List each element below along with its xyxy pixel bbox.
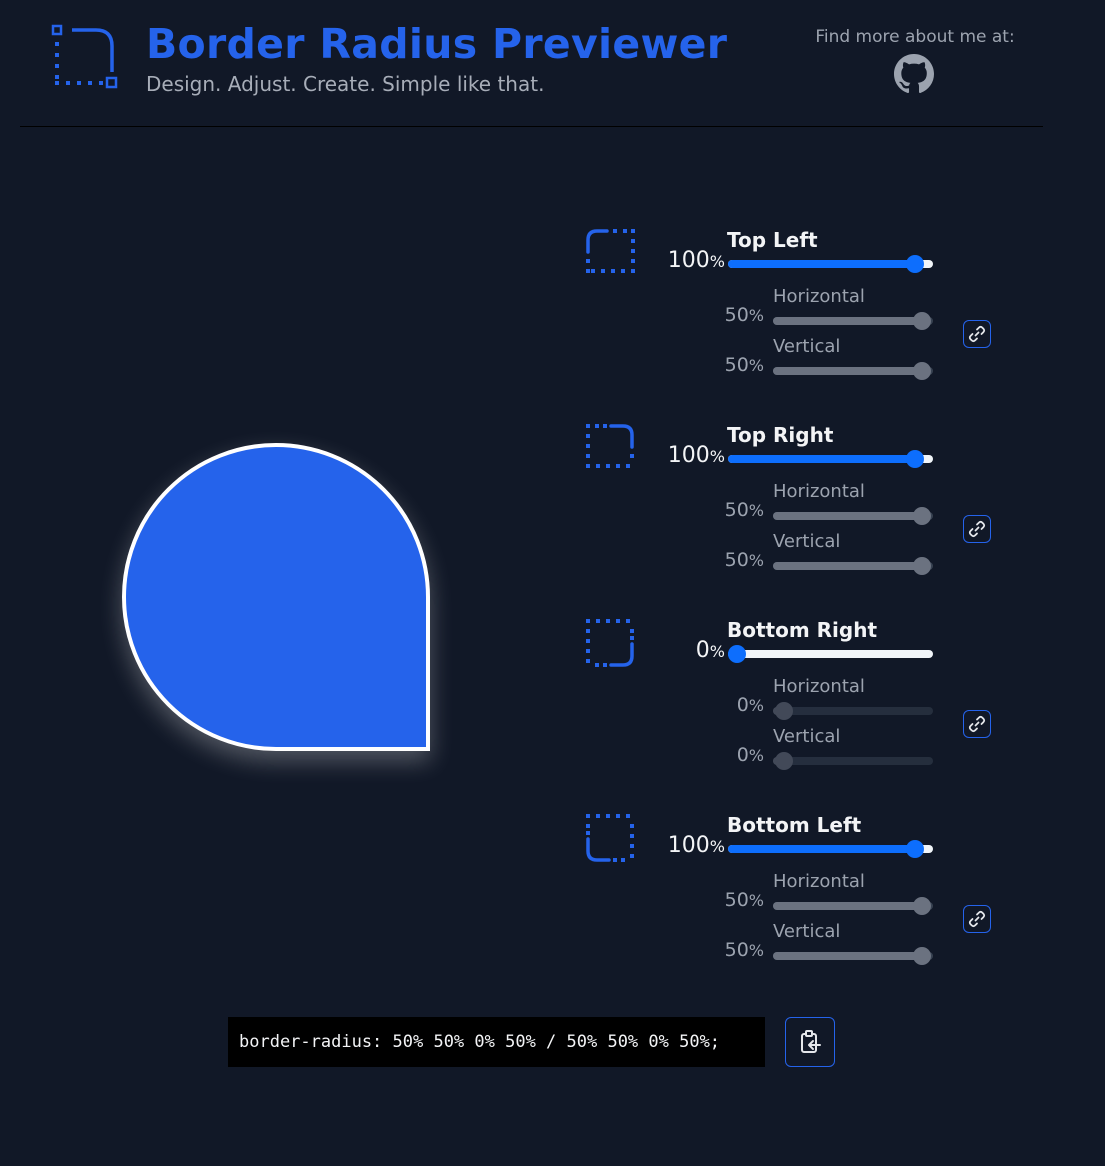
preview-area (122, 443, 430, 751)
slider-thumb[interactable] (906, 840, 924, 858)
top-left-corner-icon (586, 229, 635, 273)
slider-thumb[interactable] (775, 702, 793, 720)
slider-thumb[interactable] (913, 947, 931, 965)
horizontal-label: Horizontal (773, 871, 865, 892)
corner-radius-slider[interactable] (728, 255, 933, 273)
find-more-text: Find more about me at: (815, 27, 1015, 47)
link-toggle-button[interactable] (963, 320, 991, 348)
preview-shape (122, 443, 430, 751)
horizontal-slider[interactable] (773, 897, 933, 915)
page-subtitle: Design. Adjust. Create. Simple like that… (146, 72, 545, 96)
horizontal-label: Horizontal (773, 676, 865, 697)
vertical-slider[interactable] (773, 557, 933, 575)
vertical-slider[interactable] (773, 362, 933, 380)
corner-value: 100% (667, 248, 725, 273)
header: Border Radius Previewer Design. Adjust. … (0, 0, 1105, 127)
slider-thumb[interactable] (913, 312, 931, 330)
horizontal-slider[interactable] (773, 507, 933, 525)
link-icon (968, 910, 986, 928)
bottom-left-corner-icon (586, 814, 634, 862)
link-icon (968, 520, 986, 538)
corner-label: Top Right (727, 423, 834, 447)
vertical-slider[interactable] (773, 752, 933, 770)
vertical-value: 50% (724, 939, 764, 961)
link-toggle-button[interactable] (963, 515, 991, 543)
vertical-value: 0% (736, 744, 764, 766)
clipboard-copy-icon (801, 1030, 821, 1053)
slider-thumb[interactable] (906, 450, 924, 468)
horizontal-value: 50% (724, 889, 764, 911)
slider-thumb[interactable] (775, 752, 793, 770)
slider-thumb[interactable] (913, 897, 931, 915)
slider-thumb[interactable] (728, 645, 746, 663)
horizontal-value: 50% (724, 499, 764, 521)
copy-button[interactable] (785, 1017, 835, 1067)
corner-value: 100% (667, 443, 725, 468)
corner-control-top-left: 100% Top Left Horizontal 50% Vertical 50… (585, 228, 1005, 398)
bottom-right-corner-icon (586, 619, 634, 667)
slider-thumb[interactable] (913, 557, 931, 575)
horizontal-slider[interactable] (773, 312, 933, 330)
horizontal-label: Horizontal (773, 286, 865, 307)
corner-label: Top Left (727, 228, 818, 252)
link-toggle-button[interactable] (963, 905, 991, 933)
corner-control-bottom-left: 100% Bottom Left Horizontal 50% Vertical… (585, 813, 1005, 983)
corner-value: 0% (695, 638, 725, 663)
corner-control-bottom-right: 0% Bottom Right Horizontal 0% Vertical 0… (585, 618, 1005, 788)
corner-radius-slider[interactable] (728, 450, 933, 468)
corner-radius-slider[interactable] (728, 840, 933, 858)
corner-radius-slider[interactable] (728, 645, 933, 663)
header-divider (20, 126, 1043, 127)
corner-control-top-right: 100% Top Right Horizontal 50% Vertical 5… (585, 423, 1005, 593)
vertical-label: Vertical (773, 921, 841, 942)
vertical-label: Vertical (773, 531, 841, 552)
top-right-corner-icon (586, 424, 634, 468)
horizontal-value: 0% (736, 694, 764, 716)
vertical-value: 50% (724, 354, 764, 376)
vertical-label: Vertical (773, 336, 841, 357)
slider-thumb[interactable] (913, 507, 931, 525)
vertical-label: Vertical (773, 726, 841, 747)
horizontal-value: 50% (724, 304, 764, 326)
link-icon (968, 325, 986, 343)
css-output[interactable]: border-radius: 50% 50% 0% 50% / 50% 50% … (228, 1017, 765, 1067)
corner-value: 100% (667, 833, 725, 858)
link-toggle-button[interactable] (963, 710, 991, 738)
horizontal-slider[interactable] (773, 702, 933, 720)
github-icon[interactable] (894, 54, 934, 94)
corner-label: Bottom Left (727, 813, 862, 837)
border-radius-logo-icon (51, 24, 118, 89)
horizontal-label: Horizontal (773, 481, 865, 502)
vertical-value: 50% (724, 549, 764, 571)
corner-label: Bottom Right (727, 618, 878, 642)
vertical-slider[interactable] (773, 947, 933, 965)
link-icon (968, 715, 986, 733)
slider-thumb[interactable] (913, 362, 931, 380)
slider-thumb[interactable] (906, 255, 924, 273)
page-title: Border Radius Previewer (146, 20, 728, 68)
